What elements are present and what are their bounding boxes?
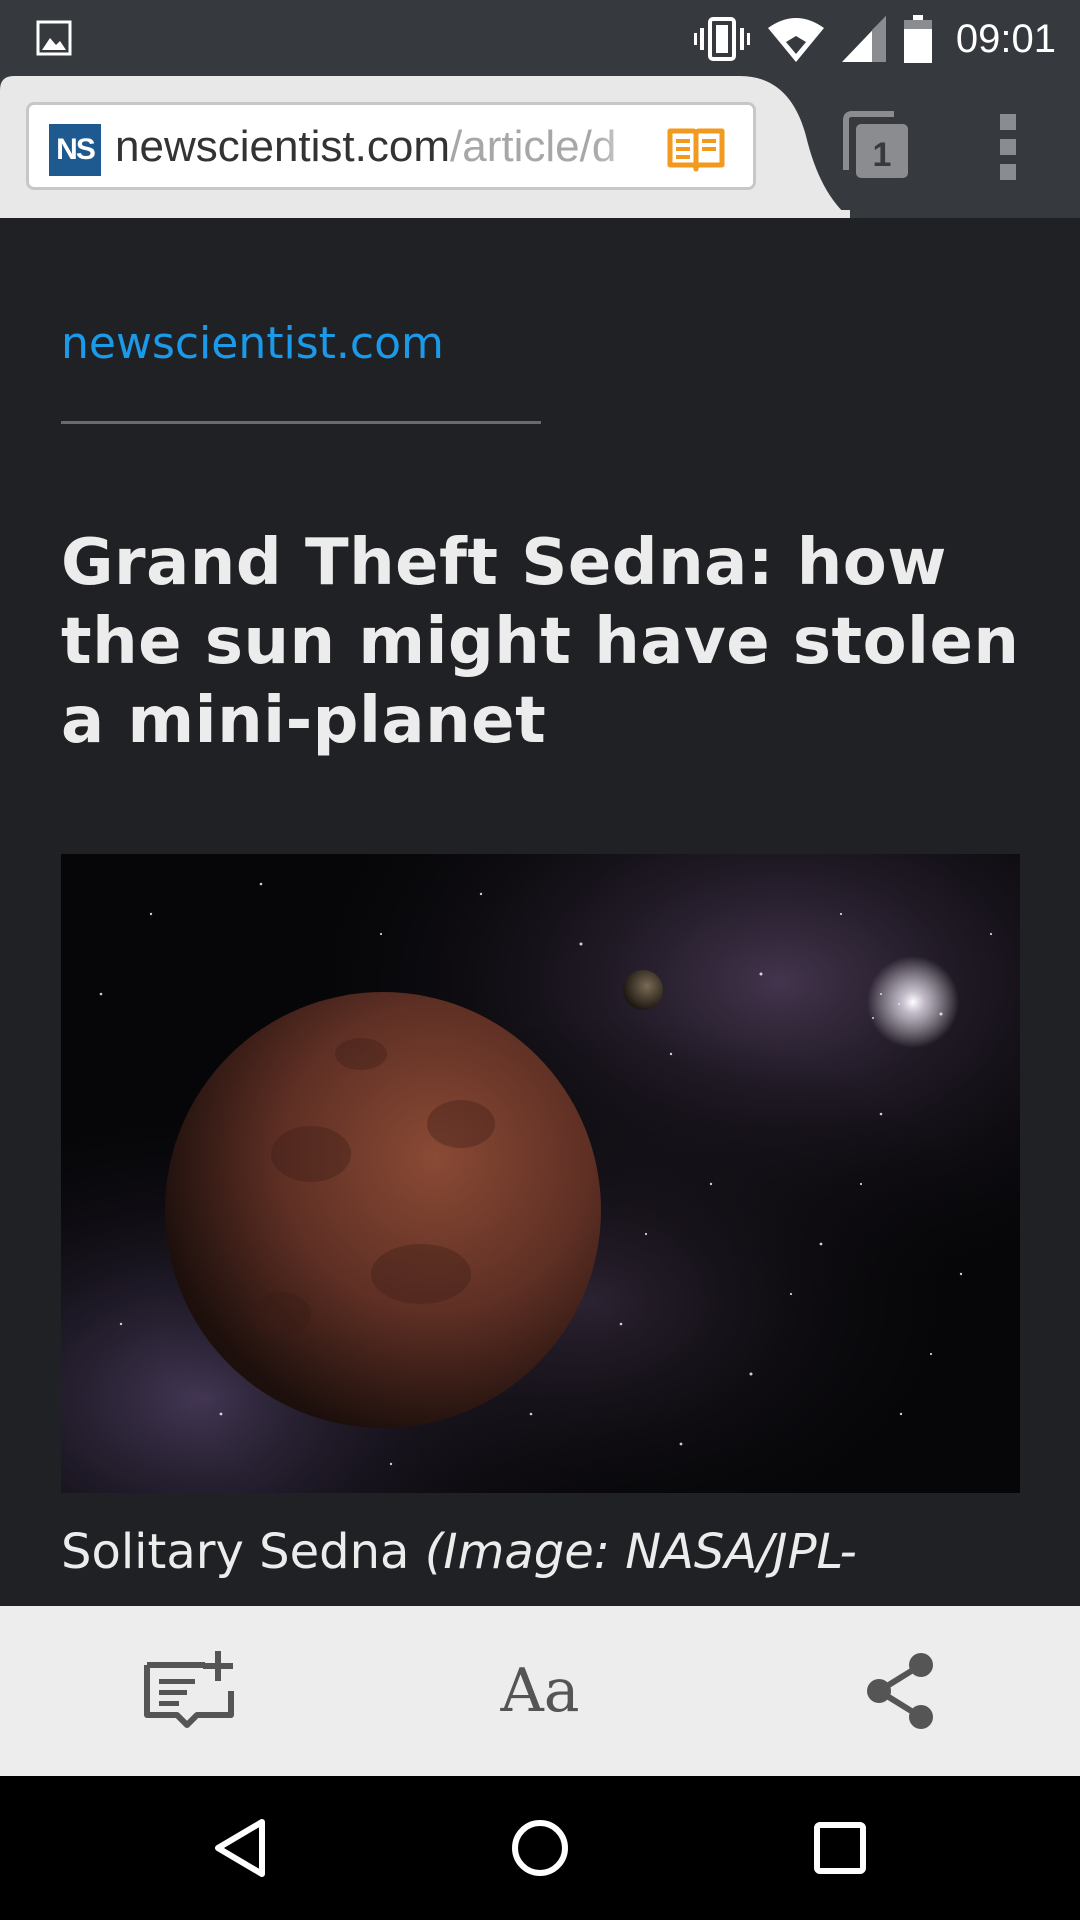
home-icon[interactable] [508, 1816, 572, 1880]
url-path: /article/d [450, 122, 617, 171]
site-favicon: NS [49, 124, 101, 176]
wifi-icon [767, 18, 824, 62]
tab-bottom-edge [0, 210, 850, 218]
image-caption: Solitary Sedna (Image: NASA/JPL- [61, 1524, 857, 1580]
back-icon[interactable] [208, 1816, 272, 1880]
url-text[interactable]: newscientist.com/article/d [115, 119, 616, 175]
tab-count: 1 [873, 136, 892, 174]
add-to-reading-list-icon [144, 1651, 234, 1728]
url-bar[interactable]: NS newscientist.com/article/d [26, 102, 756, 190]
url-domain: newscientist.com [115, 122, 451, 171]
caption-credit: (Image: NASA/JPL- [424, 1524, 857, 1580]
reader-mode-icon[interactable] [667, 125, 725, 173]
site-link[interactable]: newscientist.com [61, 318, 444, 369]
text-size-button[interactable]: Aa [465, 1606, 615, 1776]
image-notification-icon [36, 20, 72, 56]
caption-text: Solitary Sedna [61, 1524, 425, 1580]
article-headline: Grand Theft Sedna: how the sun might hav… [61, 526, 1020, 758]
share-button[interactable] [820, 1606, 980, 1776]
reader-content[interactable]: newscientist.com Grand Theft Sedna: how … [0, 218, 1080, 1606]
tab-switcher-button[interactable]: 1 [842, 110, 910, 182]
overflow-menu-icon[interactable] [990, 112, 1026, 182]
text-size-icon: Aa [500, 1656, 580, 1726]
navigation-bar [0, 1776, 1080, 1920]
article-image [61, 854, 1020, 1493]
reader-toolbar: Aa [0, 1606, 1080, 1776]
status-bar: 09:01 [0, 0, 1080, 76]
browser-toolbar: NS newscientist.com/article/d 1 [0, 76, 1080, 218]
vibrate-icon [693, 17, 750, 61]
clock: 09:01 [955, 16, 1056, 61]
signal-icon [841, 16, 886, 62]
add-to-reading-list-button[interactable] [110, 1606, 270, 1776]
divider [61, 421, 541, 424]
battery-icon [903, 15, 932, 63]
recents-icon[interactable] [808, 1816, 872, 1880]
share-icon [867, 1653, 933, 1729]
